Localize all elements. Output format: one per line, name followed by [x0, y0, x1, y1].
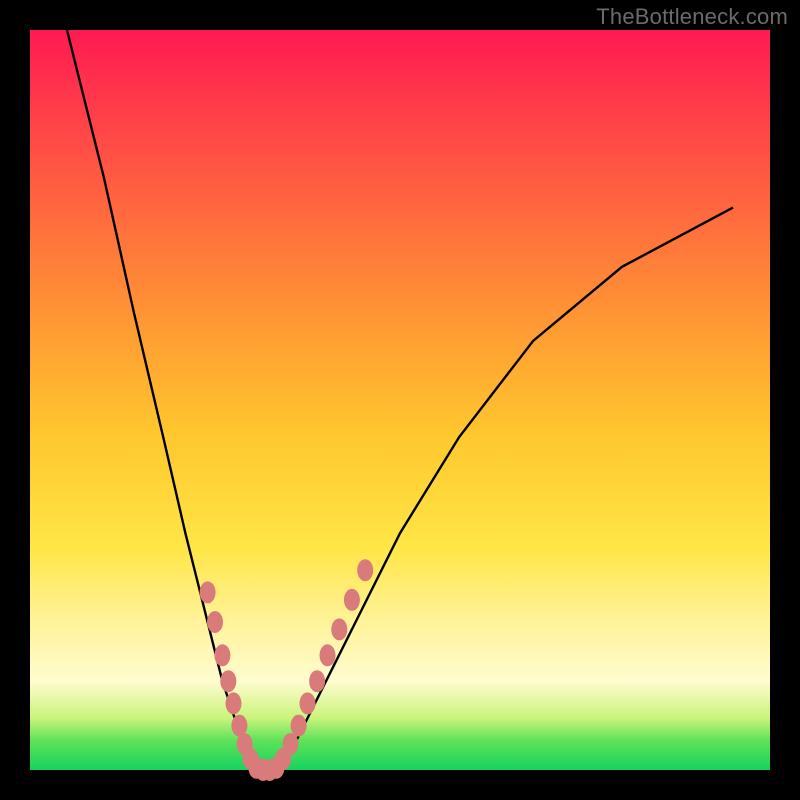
- highlight-dot: [357, 559, 373, 581]
- highlight-dot: [283, 733, 299, 755]
- highlight-dots: [200, 559, 374, 781]
- highlight-dot: [200, 581, 216, 603]
- highlight-dot: [320, 644, 336, 666]
- highlight-dot: [207, 611, 223, 633]
- chart-svg: [30, 30, 770, 770]
- outer-frame: TheBottleneck.com: [0, 0, 800, 800]
- highlight-dot: [214, 644, 230, 666]
- watermark-text: TheBottleneck.com: [596, 4, 788, 30]
- bottleneck-curve: [67, 30, 733, 770]
- highlight-dot: [344, 589, 360, 611]
- plot-area: [30, 30, 770, 770]
- highlight-dot: [300, 692, 316, 714]
- highlight-dot: [309, 670, 325, 692]
- highlight-dot: [220, 670, 236, 692]
- highlight-dot: [226, 692, 242, 714]
- highlight-dot: [291, 715, 307, 737]
- highlight-dot: [331, 618, 347, 640]
